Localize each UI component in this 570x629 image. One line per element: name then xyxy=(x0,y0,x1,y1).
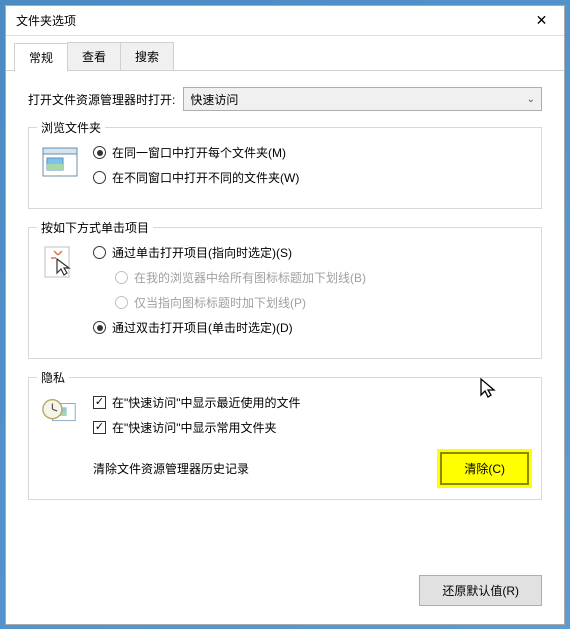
window-icon xyxy=(41,144,79,182)
radio-icon xyxy=(93,171,106,184)
clear-history-label: 清除文件资源管理器历史记录 xyxy=(93,460,249,477)
privacy-legend: 隐私 xyxy=(37,369,69,386)
tab-view[interactable]: 查看 xyxy=(67,42,121,70)
checkbox-label: 在"快速访问"中显示最近使用的文件 xyxy=(112,394,301,411)
radio-label: 在我的浏览器中给所有图标标题加下划线(B) xyxy=(134,269,366,286)
radio-label: 通过双击打开项目(单击时选定)(D) xyxy=(112,319,293,336)
clear-button[interactable]: 清除(C) xyxy=(440,452,529,485)
checkbox-icon: ✓ xyxy=(93,396,106,409)
radio-icon xyxy=(93,321,106,334)
radio-icon xyxy=(115,296,128,309)
tab-general[interactable]: 常规 xyxy=(14,43,68,72)
tab-search[interactable]: 搜索 xyxy=(120,42,174,70)
dropdown-value: 快速访问 xyxy=(190,91,238,108)
checkbox-icon: ✓ xyxy=(93,421,106,434)
open-explorer-label: 打开文件资源管理器时打开: xyxy=(28,91,175,108)
checkbox-frequent-folders[interactable]: ✓ 在"快速访问"中显示常用文件夹 xyxy=(93,419,529,436)
open-explorer-dropdown[interactable]: 快速访问 ⌄ xyxy=(183,87,542,111)
radio-label: 在同一窗口中打开每个文件夹(M) xyxy=(112,144,286,161)
open-explorer-row: 打开文件资源管理器时打开: 快速访问 ⌄ xyxy=(28,87,542,111)
browse-folders-group: 浏览文件夹 在同一窗口中打开每个文件夹(M) xyxy=(28,127,542,209)
browse-legend: 浏览文件夹 xyxy=(37,119,105,136)
radio-label: 在不同窗口中打开不同的文件夹(W) xyxy=(112,169,299,186)
restore-defaults-button[interactable]: 还原默认值(R) xyxy=(419,575,542,606)
dialog-footer: 还原默认值(R) xyxy=(6,565,564,624)
folder-options-dialog: 文件夹选项 ✕ 常规 查看 搜索 打开文件资源管理器时打开: 快速访问 ⌄ 浏览… xyxy=(5,5,565,625)
radio-underline-all: 在我的浏览器中给所有图标标题加下划线(B) xyxy=(115,269,529,286)
titlebar: 文件夹选项 ✕ xyxy=(6,6,564,36)
radio-double-click[interactable]: 通过双击打开项目(单击时选定)(D) xyxy=(93,319,529,336)
cursor-click-icon xyxy=(41,244,79,282)
radio-label: 仅当指向图标标题时加下划线(P) xyxy=(134,294,306,311)
chevron-down-icon: ⌄ xyxy=(527,94,535,105)
radio-underline-hover: 仅当指向图标标题时加下划线(P) xyxy=(115,294,529,311)
checkbox-label: 在"快速访问"中显示常用文件夹 xyxy=(112,419,277,436)
tab-bar: 常规 查看 搜索 xyxy=(6,36,564,71)
clock-files-icon xyxy=(41,394,79,432)
click-legend: 按如下方式单击项目 xyxy=(37,219,153,236)
radio-icon xyxy=(93,146,106,159)
close-button[interactable]: ✕ xyxy=(519,6,564,35)
radio-same-window[interactable]: 在同一窗口中打开每个文件夹(M) xyxy=(93,144,529,161)
radio-different-window[interactable]: 在不同窗口中打开不同的文件夹(W) xyxy=(93,169,529,186)
radio-icon xyxy=(93,246,106,259)
close-icon: ✕ xyxy=(536,12,548,29)
click-items-group: 按如下方式单击项目 通过单击打开项目(指向时选定)(S) xyxy=(28,227,542,359)
privacy-group: 隐私 ✓ 在"快速访问"中显示最近使用的文件 xyxy=(28,377,542,500)
radio-label: 通过单击打开项目(指向时选定)(S) xyxy=(112,244,292,261)
checkbox-recent-files[interactable]: ✓ 在"快速访问"中显示最近使用的文件 xyxy=(93,394,529,411)
window-title: 文件夹选项 xyxy=(16,12,76,29)
radio-icon xyxy=(115,271,128,284)
radio-single-click[interactable]: 通过单击打开项目(指向时选定)(S) xyxy=(93,244,529,261)
tab-content: 打开文件资源管理器时打开: 快速访问 ⌄ 浏览文件夹 xyxy=(6,71,564,565)
